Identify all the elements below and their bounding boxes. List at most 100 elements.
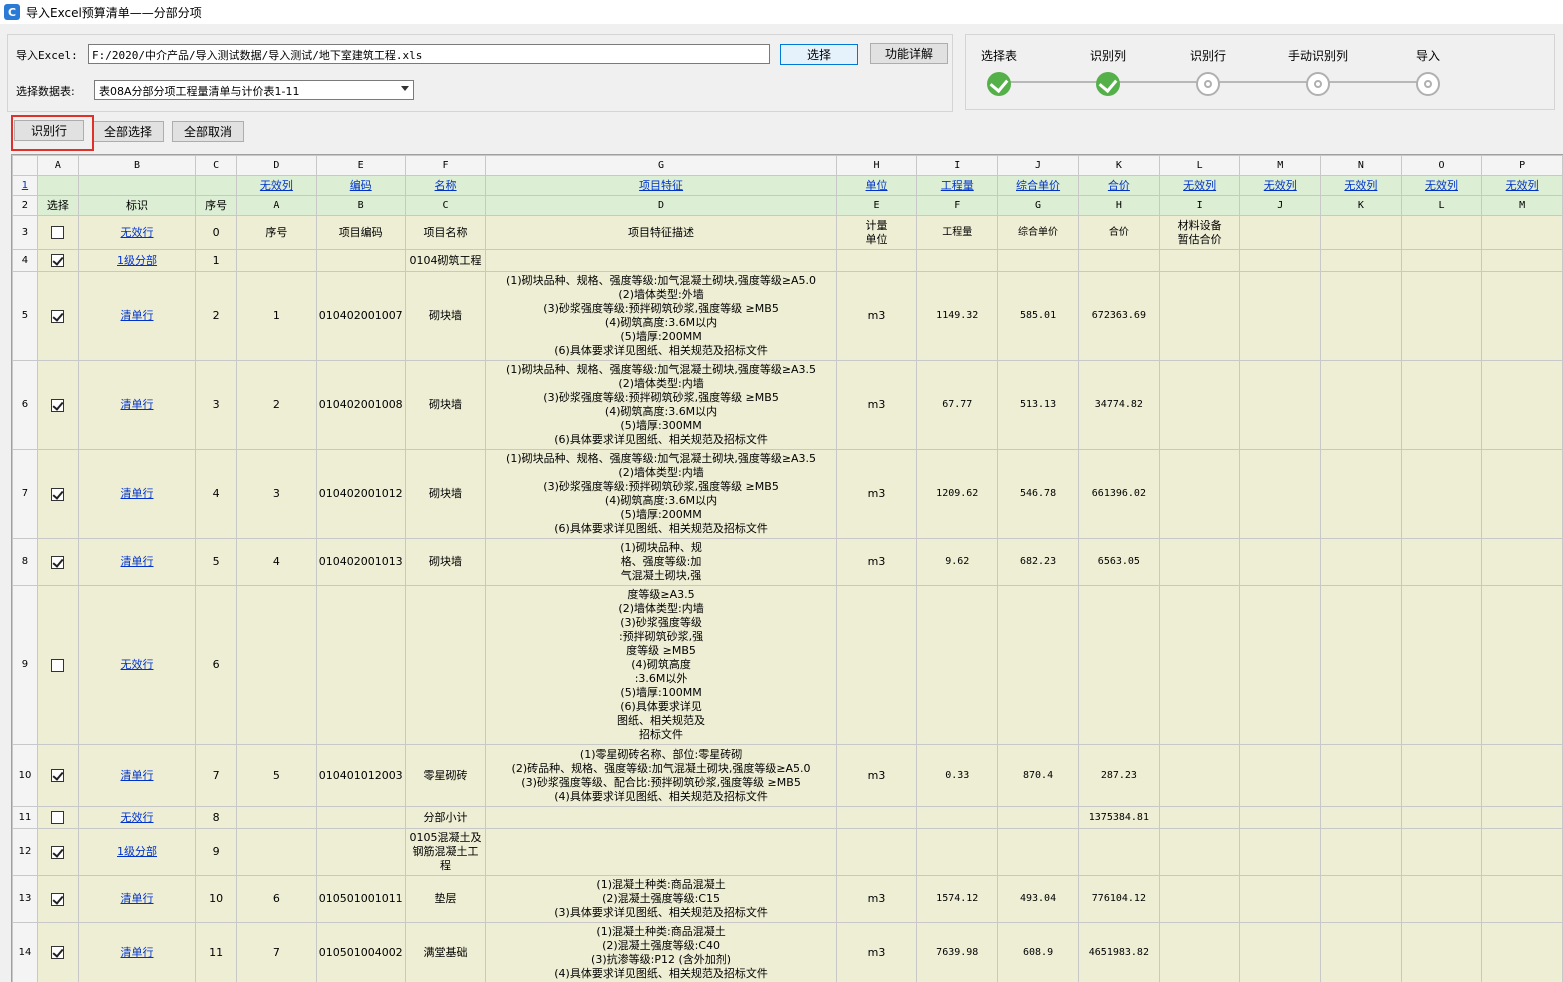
column-letter[interactable]: E [315,155,406,176]
row-number: 3 [12,215,38,250]
row-checkbox[interactable] [51,487,65,501]
row-tag-link[interactable]: 无效行 [121,658,154,671]
column-letter[interactable]: F [404,155,487,176]
column-letter[interactable]: H [835,155,918,176]
seq-cell: 11 [195,922,238,982]
column-mapping-link[interactable]: 无效列 [1344,179,1377,192]
seq-cell: 7 [195,744,238,807]
row-tag-link[interactable]: 清单行 [121,555,154,568]
data-cell [1158,828,1241,876]
select-cell [36,538,79,586]
deselect-all-button[interactable]: 全部取消 [172,121,244,142]
data-cell [1239,806,1322,829]
data-cell [1077,828,1160,876]
select-cell [36,922,79,982]
column-letter[interactable]: G [485,155,837,176]
pending-circle-icon [1196,72,1220,96]
column-mapping-link[interactable]: 无效列 [260,179,293,192]
column-mapping-link[interactable]: 工程量 [941,179,974,192]
column-mapping-link[interactable]: 综合单价 [1016,179,1060,192]
column-letter[interactable]: M [1239,155,1322,176]
row-checkbox[interactable] [51,555,65,569]
row-tag-link[interactable]: 清单行 [121,892,154,905]
row-checkbox[interactable] [51,309,65,323]
description-cell [485,249,837,272]
chevron-down-icon [401,86,409,91]
description-cell: 项目特征描述 [485,215,837,250]
row-tag-link[interactable]: 清单行 [121,398,154,411]
data-cell [997,585,1079,745]
row-number-link[interactable]: 1 [22,180,28,191]
column-mapping-link[interactable]: 合价 [1108,179,1130,192]
description-cell: (1)砌块品种、规格、强度等级:加气混凝土砌块,强度等级≥A3.5 (2)墙体类… [485,360,837,450]
data-cell: m3 [835,875,918,923]
column-letter[interactable]: J [997,155,1079,176]
steps-panel: 选择表 识别列 识别行 手动识别列 导入 [965,34,1555,110]
column-letter[interactable]: N [1320,155,1402,176]
row-checkbox[interactable] [51,946,65,959]
column-letter[interactable]: B [77,155,197,176]
sheet-select[interactable]: 表08A分部分项工程量清单与计价表1-11 [94,80,414,100]
row-tag-link[interactable]: 1级分部 [117,254,157,267]
data-cell: 6 [236,875,317,923]
row-number: 11 [12,806,38,829]
column-letter[interactable]: K [1077,155,1160,176]
column-letter[interactable] [12,155,38,176]
column-letter[interactable]: L [1158,155,1241,176]
data-cell [1481,828,1563,876]
row-tag-link[interactable]: 清单行 [121,946,154,959]
column-letter[interactable]: D [236,155,317,176]
row-checkbox[interactable] [51,845,65,859]
table-row: 10 清单行 7 5 010401012003 零星砌砖 (1)零星砌砖名称、部位:零星砖砌… [12,744,1563,807]
column-mapping-link[interactable]: 项目特征 [639,179,683,192]
column-mapping-link[interactable]: 名称 [435,179,457,192]
row-checkbox[interactable] [51,811,65,824]
excel-path-input[interactable]: F:/2020/中介产品/导入测试数据/导入测试/地下室建筑工程.xls [88,44,770,64]
row-checkbox[interactable] [51,658,65,672]
column-letter[interactable]: I [916,155,999,176]
row-tag-link[interactable]: 无效行 [121,811,154,824]
step-5: 导入 [1383,47,1473,96]
column-mapping-link[interactable]: 无效列 [1264,179,1297,192]
data-cell [1239,875,1322,923]
data-cell [997,828,1079,876]
data-cell: 零星砌砖 [404,744,487,807]
row-checkbox[interactable] [51,769,65,782]
row-tag-link[interactable]: 清单行 [121,769,154,782]
row-tag-link[interactable]: 清单行 [121,487,154,500]
data-cell: 287.23 [1077,744,1160,807]
column-mapping-cell: 名称 [404,175,487,196]
data-cell: 材料设备 暂估合价 [1158,215,1241,250]
select-all-button[interactable]: 全部选择 [92,121,164,142]
data-cell: 1209.62 [916,449,999,539]
row-checkbox[interactable] [51,254,65,267]
seq-cell: 3 [195,360,238,450]
data-cell [236,585,317,745]
row-checkbox[interactable] [51,892,65,906]
select-cell [36,215,79,250]
column-mapping-link[interactable]: 无效列 [1506,179,1539,192]
row-tag-link[interactable]: 无效行 [121,226,154,239]
data-cell [1481,249,1563,272]
row-tag-cell: 清单行 [77,875,197,923]
data-cell [1158,360,1241,450]
row-tag-link[interactable]: 1级分部 [117,845,157,858]
row-tag-link[interactable]: 清单行 [121,309,154,322]
column-mapping-link[interactable]: 无效列 [1183,179,1216,192]
data-cell: 493.04 [997,875,1079,923]
row-checkbox[interactable] [51,398,65,412]
column-letter[interactable]: A [36,155,79,176]
column-letter[interactable]: O [1400,155,1483,176]
column-mapping-link[interactable]: 无效列 [1425,179,1458,192]
data-cell: 34774.82 [1077,360,1160,450]
row-checkbox[interactable] [51,226,65,239]
column-mapping-link[interactable]: 编码 [350,179,372,192]
feature-detail-button[interactable]: 功能详解 [870,43,948,64]
column-mapping-link[interactable]: 单位 [866,179,888,192]
data-grid[interactable]: A B C D E F G H I J K L M N O P 1 无效列 编码 名称 项目特征 单位 工程量 综合单价 合价无… [11,154,1563,982]
column-letter[interactable]: C [195,155,238,176]
data-cell: 870.4 [997,744,1079,807]
choose-file-button[interactable]: 选择 [780,44,858,65]
column-letter[interactable]: P [1481,155,1563,176]
description-cell: (1)零星砌砖名称、部位:零星砖砌 (2)砖品种、规格、强度等级:加气混凝土砌块… [485,744,837,807]
